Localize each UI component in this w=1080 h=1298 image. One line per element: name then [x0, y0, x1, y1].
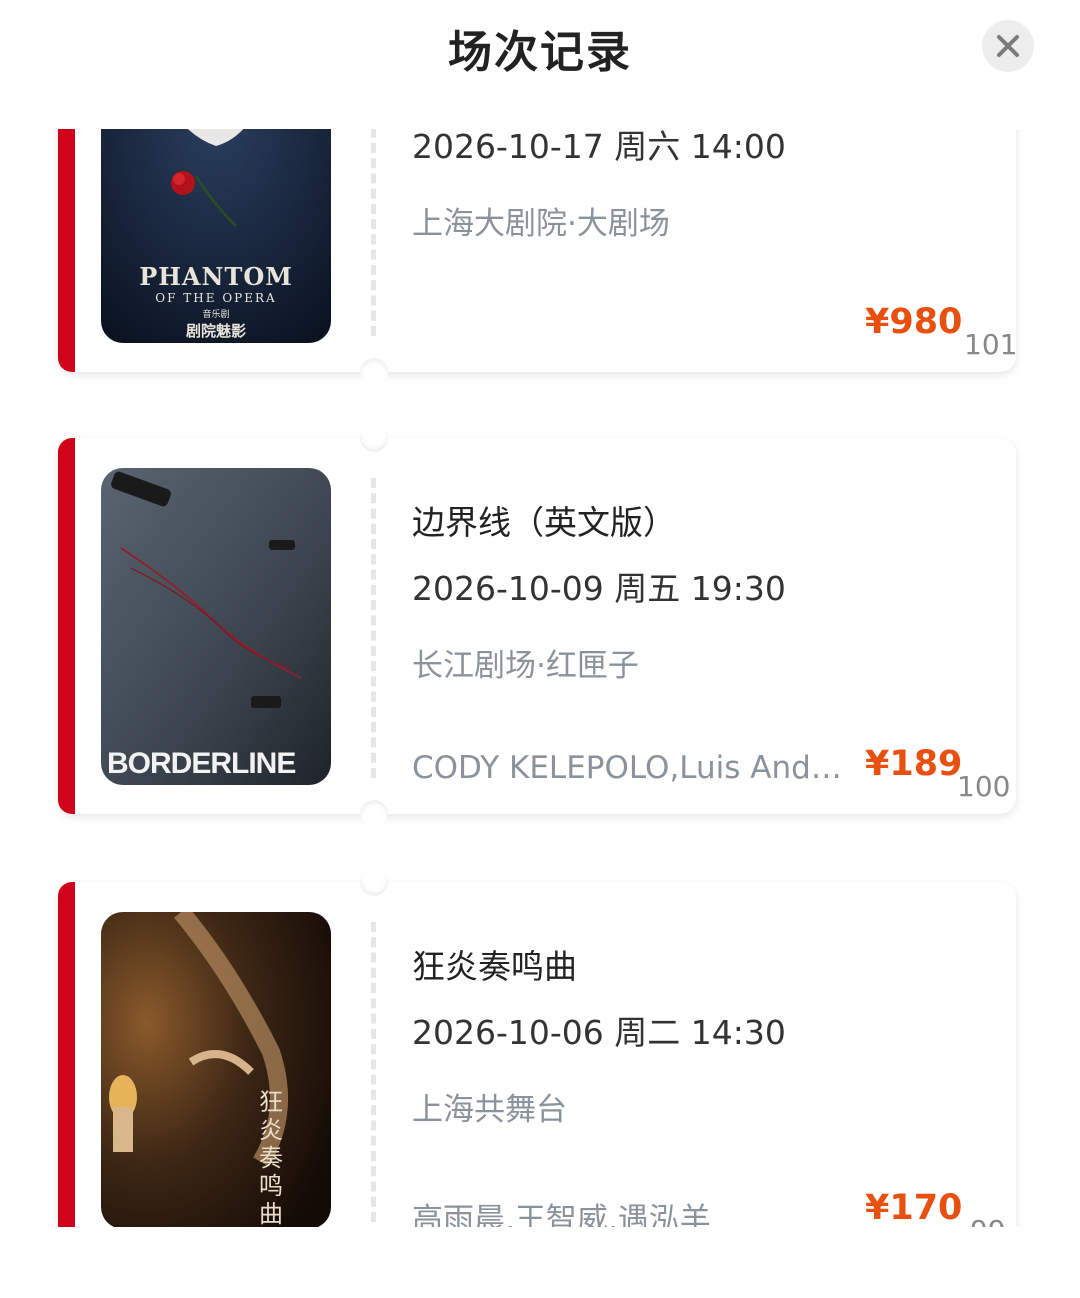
record-seq: 100 — [957, 770, 1011, 803]
close-icon — [997, 35, 1019, 57]
poster-caption: PHANTOM OF THE OPERA 音乐剧 剧院魅影 — [101, 262, 331, 341]
poster-image[interactable]: PHANTOM OF THE OPERA 音乐剧 剧院魅影 — [101, 129, 331, 343]
record-venue: 上海大剧院·大剧场 — [412, 206, 670, 242]
record-show-name: 边界线（英文版） — [412, 503, 676, 542]
record-card[interactable]: 狂炎奏鸣曲 狂炎奏鸣曲 2026-10-06 周二 14:30 上海共舞台 高雨… — [58, 868, 1016, 1227]
record-price: ¥980 — [865, 302, 963, 342]
poster-subtitle: OF THE OPERA — [155, 291, 277, 305]
close-button[interactable] — [982, 20, 1034, 72]
record-show-name: 狂炎奏鸣曲 — [412, 947, 577, 986]
record-cast: CODY KELEPOLO,Luis Andu... — [412, 750, 854, 786]
ticket-notch — [360, 424, 388, 452]
record-datetime: 2026-10-17 周六 14:00 — [412, 129, 786, 166]
ticket-accent-bar — [58, 438, 75, 814]
record-seq: 101 — [964, 328, 1018, 361]
ticket-notch — [360, 800, 388, 828]
poster-image[interactable]: BORDERLINE — [101, 468, 331, 785]
record-venue: 上海共舞台 — [412, 1092, 567, 1128]
record-venue: 长江剧场·红匣子 — [412, 648, 639, 684]
ticket-notch — [360, 358, 388, 386]
poster-title: BORDERLINE — [107, 747, 296, 780]
records-list[interactable]: PHANTOM OF THE OPERA 音乐剧 剧院魅影 2026-10-17… — [0, 129, 1080, 1227]
record-datetime: 2026-10-06 周二 14:30 — [412, 1013, 786, 1052]
ticket-perforation — [371, 129, 376, 336]
record-price: ¥170 — [865, 1188, 963, 1227]
record-cast: 高雨晨,王智威,遇泓羊 — [412, 1202, 711, 1227]
record-card[interactable]: PHANTOM OF THE OPERA 音乐剧 剧院魅影 2026-10-17… — [58, 129, 1018, 386]
ticket-perforation — [371, 478, 376, 778]
poster-image[interactable]: 狂炎奏鸣曲 — [101, 912, 331, 1227]
page-title: 场次记录 — [448, 27, 632, 78]
ticket-perforation — [371, 922, 376, 1222]
poster-title: PHANTOM — [139, 262, 293, 291]
record-card[interactable]: BORDERLINE 边界线（英文版） 2026-10-09 周五 19:30 … — [58, 424, 1016, 828]
header: 场次记录 — [0, 0, 1080, 100]
ticket-accent-bar — [58, 882, 75, 1227]
record-seq: 99 — [970, 1214, 1006, 1227]
record-price: ¥189 — [865, 744, 963, 784]
ticket-accent-bar — [58, 129, 75, 372]
poster-title: 狂炎奏鸣曲 — [259, 1088, 283, 1227]
poster-cn-title: 剧院魅影 — [185, 322, 246, 340]
ticket-notch — [360, 868, 388, 896]
record-datetime: 2026-10-09 周五 19:30 — [412, 569, 786, 608]
poster-tag: 音乐剧 — [202, 310, 230, 320]
